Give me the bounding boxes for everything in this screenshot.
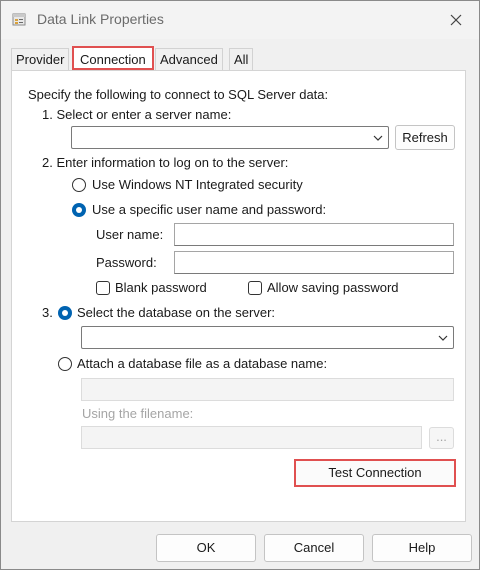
attach-database-label: Attach a database file as a database nam… — [77, 356, 328, 371]
title-bar: Data Link Properties — [1, 1, 479, 39]
filename-field[interactable] — [81, 426, 422, 449]
blank-password-label: Blank password — [115, 280, 207, 295]
chevron-down-icon — [438, 335, 448, 341]
server-step-label: 1. Select or enter a server name: — [42, 107, 232, 122]
intro-text: Specify the following to connect to SQL … — [28, 87, 329, 102]
specific-auth-label: Use a specific user name and password: — [92, 202, 327, 217]
window-title: Data Link Properties — [37, 11, 164, 27]
windows-auth-label: Use Windows NT Integrated security — [92, 177, 303, 192]
username-field[interactable] — [174, 223, 454, 246]
data-link-icon — [12, 13, 26, 26]
windows-auth-radio[interactable] — [72, 178, 86, 192]
username-label: User name: — [96, 227, 164, 242]
filename-label: Using the filename: — [82, 406, 194, 421]
attach-database-radio[interactable] — [58, 357, 72, 371]
refresh-button[interactable]: Refresh — [395, 125, 455, 150]
ok-button[interactable]: OK — [156, 534, 256, 562]
test-connection-button[interactable]: Test Connection — [294, 459, 456, 487]
tab-all[interactable]: All — [229, 48, 254, 71]
allow-saving-label: Allow saving password — [267, 280, 399, 295]
password-field[interactable] — [174, 251, 454, 274]
database-combo[interactable] — [81, 326, 454, 349]
dialog-window: Data Link Properties Provider Connection… — [0, 0, 480, 570]
tab-connection[interactable]: Connection — [72, 46, 154, 70]
logon-step-label: 2. Enter information to log on to the se… — [42, 155, 289, 170]
allow-saving-checkbox[interactable] — [248, 281, 262, 295]
help-button[interactable]: Help — [372, 534, 472, 562]
server-name-combo[interactable] — [71, 126, 389, 149]
attach-database-name-field[interactable] — [81, 378, 454, 401]
browse-button[interactable]: ... — [429, 427, 454, 449]
select-database-radio[interactable] — [58, 306, 72, 320]
tab-advanced[interactable]: Advanced — [155, 48, 223, 71]
database-step-number: 3. — [42, 305, 53, 320]
blank-password-checkbox[interactable] — [96, 281, 110, 295]
tab-provider[interactable]: Provider — [11, 48, 70, 71]
chevron-down-icon — [373, 135, 383, 141]
cancel-button[interactable]: Cancel — [264, 534, 364, 562]
close-icon[interactable] — [443, 7, 469, 33]
password-label: Password: — [96, 255, 157, 270]
select-database-label: Select the database on the server: — [77, 305, 276, 320]
specific-auth-radio[interactable] — [72, 203, 86, 217]
